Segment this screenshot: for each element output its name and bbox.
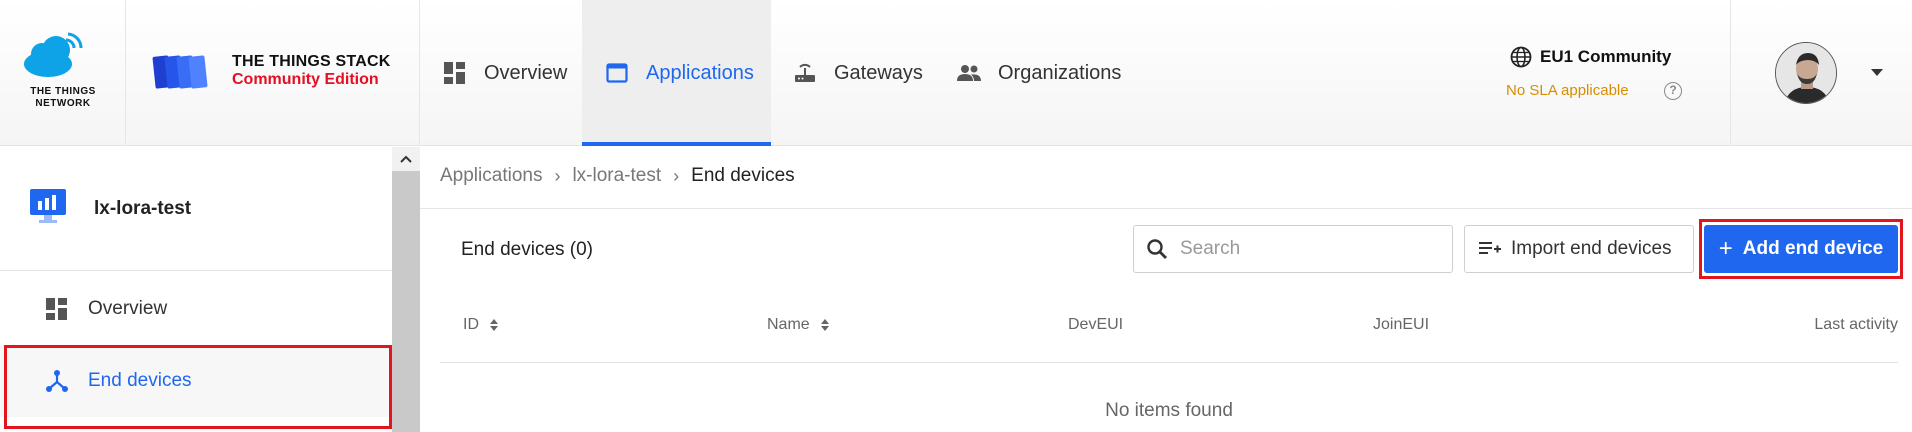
nav-organizations-label: Organizations — [998, 61, 1122, 84]
application-window-icon — [604, 60, 630, 86]
sidebar-app-header: lx-lora-test — [0, 147, 392, 271]
monitor-app-icon — [30, 189, 66, 223]
nav-applications[interactable]: Applications — [582, 0, 771, 146]
stack-title: THE THINGS STACK — [232, 53, 391, 70]
highlight-end-devices-box — [4, 345, 392, 429]
breadcrumb-applications[interactable]: Applications — [440, 165, 542, 187]
stack-subtitle: Community Edition — [232, 71, 379, 88]
avatar[interactable] — [1775, 42, 1837, 104]
table-divider — [440, 362, 1898, 363]
column-id-label: ID — [463, 316, 479, 333]
sidebar-item-overview[interactable]: Overview — [0, 273, 392, 345]
column-header-name[interactable]: Name — [767, 316, 830, 334]
stack-cards-icon — [152, 55, 208, 89]
globe-icon — [1510, 46, 1532, 68]
column-header-joineui: JoinEUI — [1373, 316, 1430, 333]
empty-state-text: No items found — [1105, 400, 1233, 421]
nav-overview-label: Overview — [484, 61, 568, 84]
nav-applications-label: Applications — [646, 61, 754, 84]
column-header-last-activity: Last activity — [1814, 316, 1898, 333]
user-photo-icon — [1776, 43, 1836, 103]
user-menu[interactable] — [1730, 0, 1912, 146]
search-icon — [1147, 239, 1167, 259]
ttn-logo[interactable]: THE THINGS NETWORK — [0, 0, 126, 146]
cloud-logo-icon — [24, 32, 83, 77]
page-title: End devices (0) — [461, 239, 594, 260]
sort-icon[interactable] — [820, 318, 830, 332]
breadcrumb: Applications › lx-lora-test › End device… — [440, 165, 795, 187]
app-name: lx-lora-test — [94, 198, 192, 219]
breadcrumb-current: End devices — [691, 165, 795, 186]
search-input[interactable] — [1180, 238, 1440, 260]
column-header-id[interactable]: ID — [463, 316, 499, 334]
dashboard-icon — [44, 296, 70, 322]
import-end-devices-label: Import end devices — [1511, 238, 1672, 259]
highlight-add-button-box — [1699, 219, 1903, 279]
nav-organizations[interactable]: Organizations — [956, 0, 1121, 146]
main-content: Applications › lx-lora-test › End device… — [420, 147, 1912, 432]
chevron-right-icon: › — [673, 165, 680, 186]
sort-icon[interactable] — [489, 318, 499, 332]
divider — [420, 208, 1912, 209]
sla-notice: No SLA applicable — [1506, 82, 1629, 99]
search-box[interactable] — [1133, 225, 1453, 273]
column-header-deveui: DevEUI — [1068, 316, 1124, 333]
sidebar-scrollbar[interactable] — [392, 147, 420, 432]
playlist-add-icon — [1479, 240, 1501, 258]
import-end-devices-button[interactable]: Import end devices — [1464, 225, 1694, 273]
help-icon[interactable]: ? — [1664, 82, 1682, 100]
nav-gateways[interactable]: Gateways — [792, 0, 923, 146]
dashboard-icon — [442, 60, 468, 86]
top-header: THE THINGS NETWORK THE THINGS STACK Comm… — [0, 0, 1912, 146]
nav-gateways-label: Gateways — [834, 61, 923, 84]
chevron-right-icon: › — [554, 165, 561, 186]
chevron-down-icon[interactable] — [1871, 69, 1883, 76]
region-selector[interactable]: EU1 Community — [1510, 46, 1671, 68]
ttn-logo-text: THE THINGS NETWORK — [30, 86, 96, 109]
router-icon — [792, 60, 818, 86]
column-name-label: Name — [767, 316, 810, 333]
nav-overview[interactable]: Overview — [442, 0, 567, 146]
people-icon — [956, 60, 982, 86]
sidebar-item-overview-label: Overview — [88, 298, 168, 319]
breadcrumb-app[interactable]: lx-lora-test — [572, 165, 661, 187]
scroll-up-icon[interactable] — [392, 147, 420, 171]
region-label: EU1 Community — [1540, 47, 1672, 66]
